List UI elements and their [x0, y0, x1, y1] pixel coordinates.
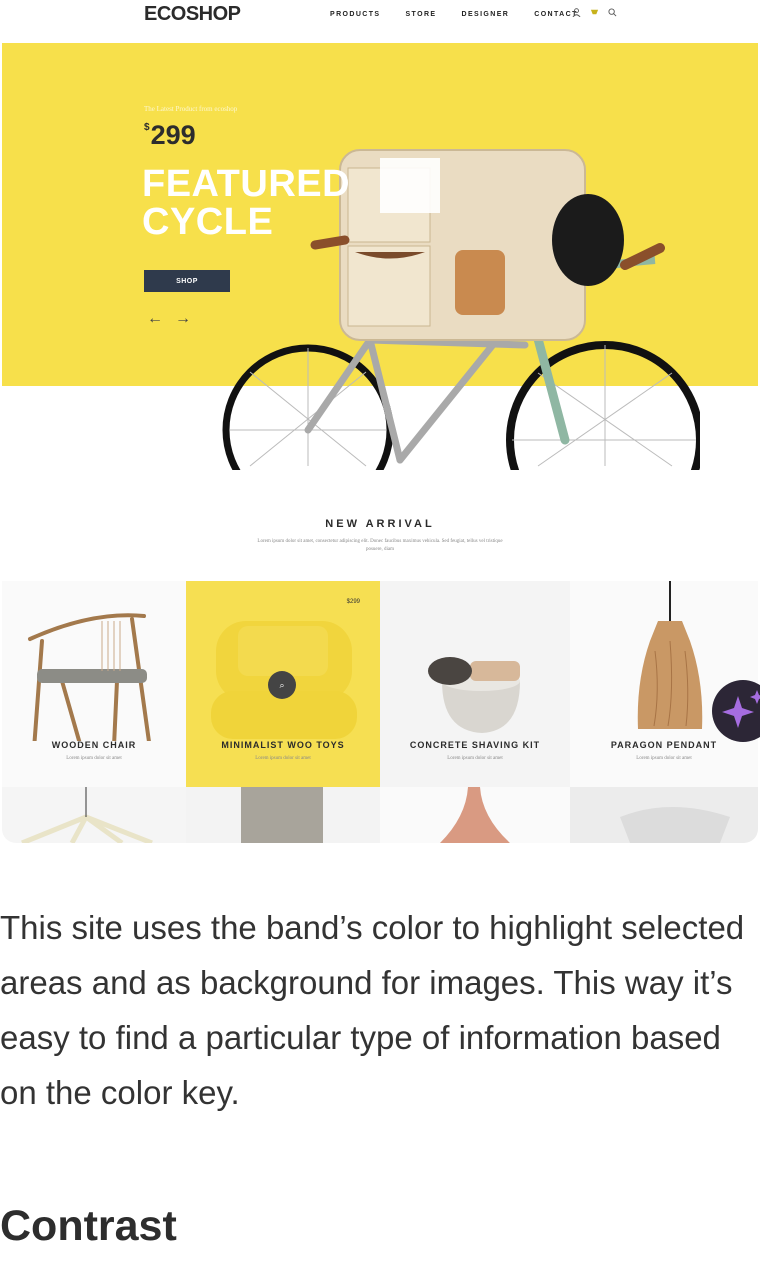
lamp-preview-image	[21, 787, 153, 843]
product-card[interactable]: WOODEN CHAIR Lorem ipsum dolor sit amet	[2, 581, 186, 787]
hero-price: $299	[144, 120, 196, 151]
product-name[interactable]: WOODEN CHAIR	[2, 740, 186, 750]
arrow-left-icon[interactable]: ←	[147, 310, 163, 328]
cart-icon[interactable]	[590, 8, 599, 17]
bowl-preview-image	[620, 807, 730, 843]
price-value: 299	[150, 120, 196, 150]
new-arrival-description: Lorem ipsum dolor sit amet, consectetur …	[257, 539, 503, 552]
search-icon[interactable]	[608, 8, 617, 17]
menu-item-designer[interactable]: DESIGNER	[461, 11, 509, 18]
wooden-chair-image	[28, 613, 152, 753]
product-subtitle: Lorem ipsum dolor sit amet	[447, 756, 503, 761]
product-subtitle: Lorem ipsum dolor sit amet	[66, 756, 122, 761]
product-subtitle: Lorem ipsum dolor sit amet	[255, 756, 311, 761]
header-icons	[572, 8, 617, 17]
product-preview[interactable]	[380, 787, 570, 843]
sparkle-icon	[722, 690, 760, 728]
product-name[interactable]: MINIMALIST WOO TOYS	[186, 740, 380, 750]
product-subtitle: Lorem ipsum dolor sit amet	[636, 756, 692, 761]
menu-item-store[interactable]: STORE	[405, 11, 436, 18]
terracotta-preview-image	[440, 787, 510, 843]
price-currency: $	[144, 122, 150, 133]
product-card[interactable]: $299 ⌕ MINIMALIST WOO TOYS Lorem ipsum d…	[186, 581, 380, 787]
new-arrival-title: NEW ARRIVAL	[325, 518, 435, 530]
quick-view-button[interactable]: ⌕	[268, 671, 296, 699]
hero-title: FEATURED CYCLE	[142, 165, 350, 241]
product-preview[interactable]	[2, 787, 186, 843]
product-card[interactable]: CONCRETE SHAVING KIT Lorem ipsum dolor s…	[380, 581, 570, 787]
hero-title-line1: FEATURED	[142, 163, 351, 205]
yellow-armchair-image	[211, 621, 357, 739]
product-preview[interactable]	[186, 787, 380, 843]
product-preview[interactable]	[570, 787, 758, 843]
arrow-right-icon[interactable]: →	[175, 310, 191, 328]
user-icon[interactable]	[572, 8, 581, 17]
product-grid: WOODEN CHAIR Lorem ipsum dolor sit amet …	[2, 581, 758, 843]
magnifier-icon: ⌕	[279, 679, 285, 690]
shaving-kit-image	[428, 657, 520, 733]
hero-tagline: The Latest Product from ecoshop	[144, 105, 238, 113]
article-paragraph: This site uses the band’s color to highl…	[0, 909, 745, 1111]
vase-preview-image	[241, 787, 323, 843]
menu-item-products[interactable]: PRODUCTS	[330, 11, 380, 18]
assistant-button[interactable]	[712, 680, 760, 742]
shop-button[interactable]: SHOP	[144, 270, 230, 292]
article-heading: Contrast	[0, 1202, 177, 1250]
site-logo[interactable]: ECOSHOP	[144, 3, 241, 26]
main-menu: PRODUCTS STORE DESIGNER CONTACT	[330, 11, 578, 18]
product-name[interactable]: CONCRETE SHAVING KIT	[380, 740, 570, 750]
slider-arrows: ← →	[147, 310, 191, 328]
hero-title-line2: CYCLE	[142, 201, 274, 243]
site-header: ECOSHOP PRODUCTS STORE DESIGNER CONTACT	[0, 0, 760, 32]
